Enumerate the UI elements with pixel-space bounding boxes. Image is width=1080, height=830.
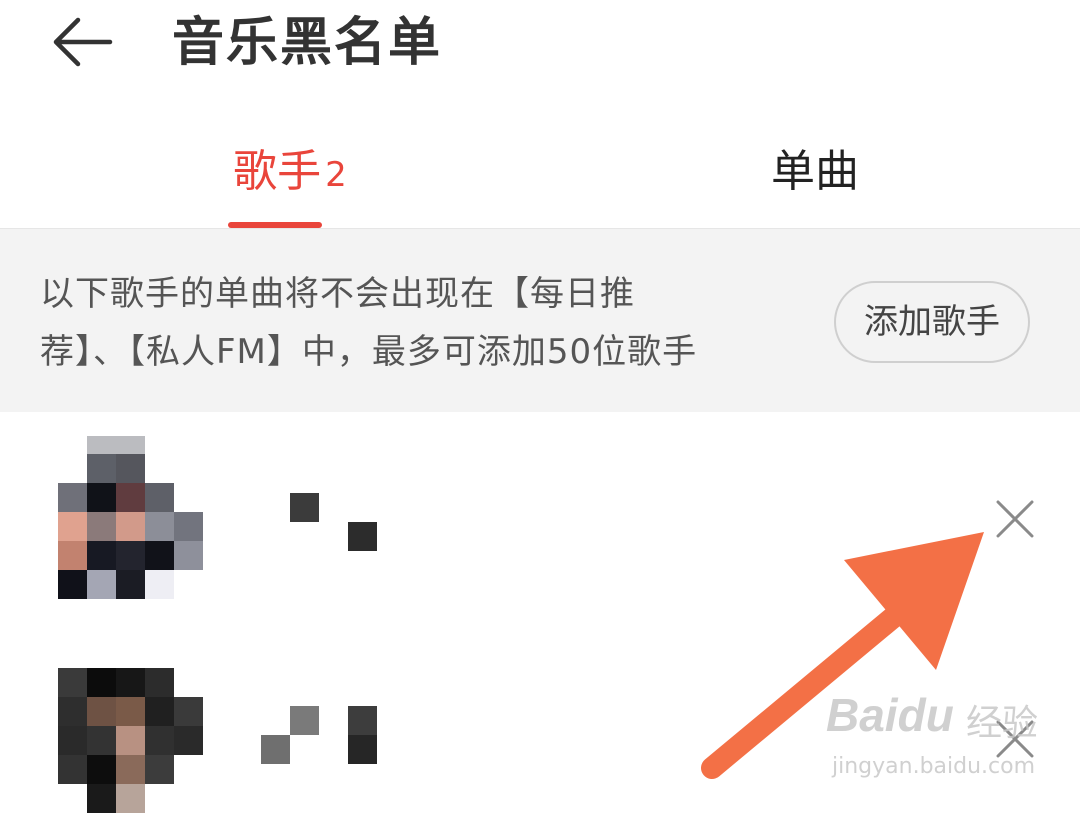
singer-name — [232, 488, 382, 558]
remove-singer-button[interactable] — [990, 494, 1040, 544]
tab-songs[interactable]: 单曲 — [700, 120, 930, 228]
list-item[interactable] — [0, 418, 1080, 618]
notice-line-1: 以下歌手的单曲将不会出现在【每日推 — [40, 274, 635, 314]
tab-singers-label: 歌手 — [233, 146, 322, 197]
tab-singers-count: 2 — [325, 155, 347, 195]
close-icon — [996, 500, 1034, 538]
active-tab-indicator — [228, 222, 322, 228]
app-header: 音乐黑名单 — [0, 0, 1080, 100]
blacklist-notice: 以下歌手的单曲将不会出现在【每日推 荐】、【私人FM】中，最多可添加50位歌手 … — [0, 229, 1080, 412]
back-button[interactable] — [50, 12, 120, 72]
page-title: 音乐黑名单 — [172, 13, 443, 73]
list-item[interactable] — [0, 630, 1080, 830]
avatar — [58, 436, 204, 599]
tab-bar: 歌手 2 单曲 — [0, 120, 1080, 229]
remove-singer-button[interactable] — [990, 714, 1040, 764]
tab-songs-label: 单曲 — [771, 146, 859, 197]
arrow-left-icon — [53, 17, 113, 67]
singer-name — [232, 706, 382, 776]
notice-text: 以下歌手的单曲将不会出现在【每日推 荐】、【私人FM】中，最多可添加50位歌手 — [40, 265, 800, 381]
close-icon — [996, 720, 1034, 758]
add-singer-button[interactable]: 添加歌手 — [834, 281, 1030, 363]
tab-singers[interactable]: 歌手 2 — [170, 120, 410, 228]
avatar — [58, 668, 204, 828]
notice-line-2: 荐】、【私人FM】中，最多可添加50位歌手 — [40, 332, 698, 372]
